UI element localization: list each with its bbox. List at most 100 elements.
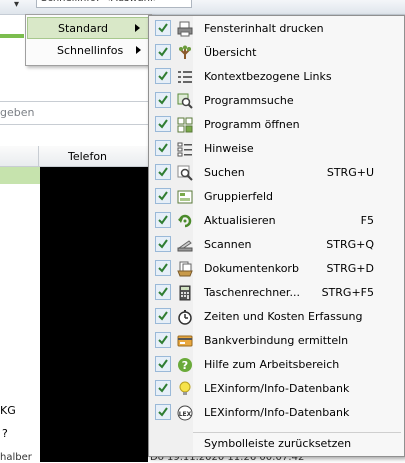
checkmark-icon bbox=[158, 383, 168, 393]
checkmark-icon bbox=[158, 23, 168, 33]
checkbox[interactable] bbox=[155, 164, 171, 180]
program-search-icon bbox=[177, 93, 193, 109]
refresh-icon bbox=[177, 213, 193, 229]
group-field-icon bbox=[177, 189, 193, 205]
column-divider[interactable] bbox=[38, 146, 39, 166]
menu-item[interactable]: Programmsuche bbox=[151, 90, 402, 112]
menu-item[interactable]: Suchen STRG+U bbox=[151, 162, 402, 184]
reset-toolbar-label: Symbolleiste zurücksetzen bbox=[204, 437, 352, 450]
submenu-item-label: Standard bbox=[58, 22, 109, 35]
reset-toolbar-item[interactable]: Symbolleiste zurücksetzen bbox=[151, 434, 402, 454]
menu-item-label: Kontextbezogene Links bbox=[204, 70, 332, 83]
submenu-item-label: Schnellinfos bbox=[57, 44, 124, 57]
submenu-item-standard[interactable]: Standard bbox=[27, 17, 149, 39]
menu-item[interactable]: Gruppierfeld bbox=[151, 186, 402, 208]
column-header-telefon[interactable]: Telefon bbox=[68, 150, 107, 163]
scanner-icon bbox=[177, 237, 193, 253]
svg-text:?: ? bbox=[182, 359, 188, 372]
menu-item[interactable]: Übersicht bbox=[151, 42, 402, 64]
checkbox[interactable] bbox=[155, 284, 171, 300]
menu-item-label: Bankverbindung ermitteln bbox=[204, 334, 349, 347]
menu-item-label: Zeiten und Kosten Erfassung bbox=[204, 310, 363, 323]
dropdown-arrow-icon[interactable]: ▾ bbox=[14, 0, 19, 10]
checkbox[interactable] bbox=[155, 308, 171, 324]
menu-item[interactable]: Fensterinhalt drucken bbox=[151, 18, 402, 40]
menu-item[interactable]: Programm öffnen bbox=[151, 114, 402, 136]
checkbox[interactable] bbox=[155, 20, 171, 36]
checkmark-icon bbox=[158, 287, 168, 297]
menu-item[interactable]: Taschenrechner... STRG+F5 bbox=[151, 282, 402, 304]
checkmark-icon bbox=[158, 143, 168, 153]
menu-item[interactable]: Zeiten und Kosten Erfassung bbox=[151, 306, 402, 328]
lightbulb-icon bbox=[177, 381, 193, 397]
menu-item-label: Dokumentenkorb bbox=[204, 262, 299, 275]
checkmark-icon bbox=[158, 167, 168, 177]
checkbox[interactable] bbox=[155, 44, 171, 60]
checkbox[interactable] bbox=[155, 260, 171, 276]
search-icon bbox=[177, 165, 193, 181]
menu-item-label: Fensterinhalt drucken bbox=[204, 22, 324, 35]
checkbox[interactable] bbox=[155, 380, 171, 396]
menu-item[interactable]: ? Hilfe zum Arbeitsbereich bbox=[151, 354, 402, 376]
checkmark-icon bbox=[158, 335, 168, 345]
menu-item-label: Gruppierfeld bbox=[204, 190, 274, 203]
menu-item[interactable]: Dokumentenkorb STRG+D bbox=[151, 258, 402, 280]
checkbox[interactable] bbox=[155, 188, 171, 204]
checkmark-icon bbox=[158, 359, 168, 369]
checkmark-icon bbox=[158, 311, 168, 321]
help-icon: ? bbox=[177, 357, 193, 373]
checkmark-icon bbox=[158, 215, 168, 225]
menu-item[interactable]: Aktualisieren F5 bbox=[151, 210, 402, 232]
accent-strip bbox=[0, 34, 24, 38]
print-icon bbox=[177, 21, 193, 37]
toolbar-customize-menu: Fensterinhalt drucken Übersicht Kontextbez… bbox=[148, 15, 405, 457]
menu-item[interactable]: LEX LEXinform/Info-Datenbank bbox=[151, 402, 402, 424]
menu-item-label: Suchen bbox=[204, 166, 245, 179]
menu-separator bbox=[193, 432, 401, 433]
menu-item-shortcut: STRG+D bbox=[326, 262, 374, 275]
checkmark-icon bbox=[158, 263, 168, 273]
checkbox[interactable] bbox=[155, 116, 171, 132]
checkbox[interactable] bbox=[155, 404, 171, 420]
menu-item[interactable]: Kontextbezogene Links bbox=[151, 66, 402, 88]
menu-item-shortcut: STRG+U bbox=[326, 166, 374, 179]
svg-text:LEX: LEX bbox=[179, 411, 192, 418]
checkbox[interactable] bbox=[155, 68, 171, 84]
lex-logo-icon: LEX bbox=[177, 405, 193, 421]
checkbox[interactable] bbox=[155, 236, 171, 252]
checkmark-icon bbox=[158, 239, 168, 249]
menu-item[interactable]: Bankverbindung ermitteln bbox=[151, 330, 402, 352]
menu-item-label: Taschenrechner... bbox=[204, 286, 300, 299]
menu-item[interactable]: Hinweise bbox=[151, 138, 402, 160]
menu-item-label: Hinweise bbox=[204, 142, 254, 155]
submenu-item-schnellinfos[interactable]: Schnellinfos bbox=[27, 40, 149, 62]
menu-item[interactable]: LEXinform/Info-Datenbank bbox=[151, 378, 402, 400]
menu-item-shortcut: F5 bbox=[360, 214, 374, 227]
table-cell: halber bbox=[0, 452, 32, 463]
search-input[interactable]: geben bbox=[0, 101, 151, 125]
toolbar: ▾ Schnellinfo: <Auswahl> bbox=[0, 0, 405, 15]
menu-item-label: LEXinform/Info-Datenbank bbox=[204, 406, 350, 419]
table-cell: ? bbox=[2, 427, 8, 440]
stopwatch-icon bbox=[177, 309, 193, 325]
checkmark-icon bbox=[158, 407, 168, 417]
checkbox[interactable] bbox=[155, 332, 171, 348]
chevron-right-icon bbox=[136, 46, 141, 54]
quickinfo-combo[interactable]: Schnellinfo: <Auswahl> bbox=[36, 0, 192, 8]
table-cell: KG bbox=[0, 404, 16, 417]
chevron-right-icon bbox=[135, 24, 140, 32]
checkbox[interactable] bbox=[155, 212, 171, 228]
links-list-icon bbox=[177, 69, 193, 85]
checkbox[interactable] bbox=[155, 356, 171, 372]
menu-item-shortcut: STRG+F5 bbox=[321, 286, 374, 299]
toolbar-submenu: Standard Schnellinfos bbox=[25, 14, 152, 66]
checkmark-icon bbox=[158, 191, 168, 201]
checkmark-icon bbox=[158, 95, 168, 105]
checkbox[interactable] bbox=[155, 140, 171, 156]
redacted-column bbox=[40, 167, 148, 462]
document-basket-icon bbox=[177, 261, 193, 277]
menu-item-label: Programm öffnen bbox=[204, 118, 300, 131]
checkbox[interactable] bbox=[155, 92, 171, 108]
menu-item-label: Aktualisieren bbox=[204, 214, 276, 227]
menu-item[interactable]: Scannen STRG+Q bbox=[151, 234, 402, 256]
